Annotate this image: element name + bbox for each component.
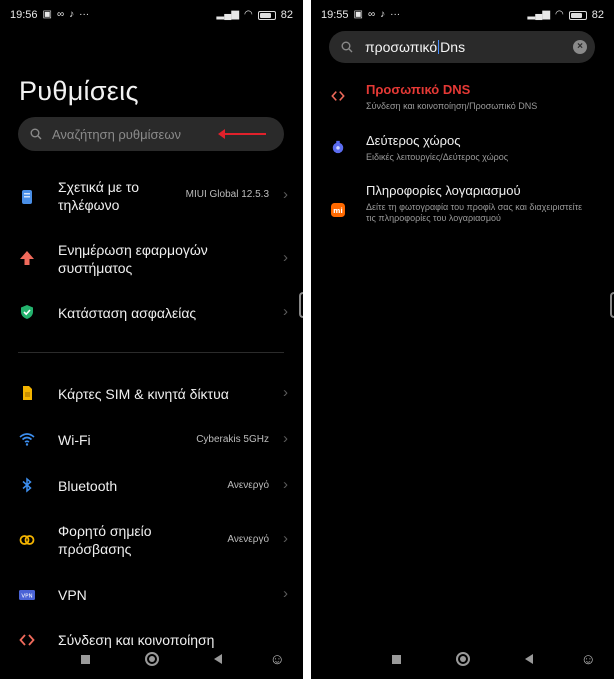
chevron-right-icon: ›: [283, 530, 288, 547]
status-bar: 19:55 ▣ ∞ ♪ ··· ▂▄▆ ◠ 82: [311, 0, 614, 30]
navigation-bar: ☺: [0, 639, 303, 679]
settings-item-label: Bluetooth: [58, 478, 118, 494]
alarm-icon: ♪: [69, 9, 75, 20]
settings-search-bar[interactable]: Αναζήτηση ρυθμίσεων: [18, 117, 284, 151]
chevron-right-icon: ›: [283, 476, 288, 493]
clock: 19:55: [321, 9, 349, 21]
settings-item-label: Σχετικά με το τηλέφωνο: [58, 179, 140, 213]
settings-item-label: VPN: [58, 587, 87, 603]
navigation-bar: ☺: [311, 639, 614, 679]
chevron-right-icon: ›: [283, 430, 288, 447]
settings-item-bluetooth[interactable]: Bluetooth Ανενεργό ›: [0, 476, 303, 496]
search-query: προσωπικό Dns: [365, 39, 466, 55]
mi-account-icon: mi: [331, 203, 345, 217]
more-icon: ···: [390, 9, 401, 20]
back-button[interactable]: [214, 654, 222, 664]
chevron-right-icon: ›: [283, 303, 288, 320]
phone-info-icon: [22, 190, 32, 204]
search-input[interactable]: προσωπικό Dns ×: [329, 31, 595, 63]
wifi-icon: [19, 433, 35, 446]
more-icon: ···: [79, 9, 90, 20]
update-arrow-icon: [20, 251, 34, 265]
result-path: Δείτε τη φωτογραφία του προφίλ σας και δ…: [366, 202, 583, 223]
battery-icon: [568, 10, 587, 20]
battery-percent: 82: [591, 9, 604, 21]
settings-item-label: Κάρτες SIM & κινητά δίκτυα: [58, 386, 229, 402]
accessibility-icon[interactable]: ☺: [581, 651, 596, 668]
battery-icon: [257, 10, 276, 20]
settings-item-value: Ανενεργό: [227, 480, 269, 491]
search-icon: [341, 41, 353, 53]
chevron-right-icon: ›: [283, 249, 288, 266]
settings-item-vpn[interactable]: VPN VPN ›: [0, 585, 303, 605]
accessibility-icon[interactable]: ☺: [270, 651, 285, 668]
recents-button[interactable]: [392, 654, 401, 664]
settings-item-security-status[interactable]: Κατάσταση ασφαλείας ›: [0, 303, 303, 323]
battery-percent: 82: [280, 9, 293, 21]
home-button[interactable]: [145, 652, 159, 666]
settings-screen: 19:56 ▣ ∞ ♪ ··· ▂▄▆ ◠ 82 Ρυθμίσεις Αναζή…: [0, 0, 303, 679]
result-title: Δεύτερος χώρος: [366, 133, 461, 148]
settings-item-label: Κατάσταση ασφαλείας: [58, 305, 197, 321]
signal-icon: ▂▄▆: [527, 9, 551, 20]
chevron-right-icon: ›: [283, 186, 288, 203]
result-title: Προσωπικό DNS: [366, 82, 471, 97]
settings-item-sim-networks[interactable]: Κάρτες SIM & κινητά δίκτυα ›: [0, 384, 303, 404]
shield-icon: [21, 305, 33, 319]
chevron-right-icon: ›: [283, 384, 288, 401]
svg-text:mi: mi: [333, 207, 343, 215]
back-button[interactable]: [525, 654, 533, 664]
search-result-second-space[interactable]: Δεύτερος χώρος Ειδικές λειτουργίες/Δεύτε…: [311, 133, 614, 167]
settings-item-value: Cyberakis 5GHz: [196, 434, 269, 445]
edge-handle[interactable]: [610, 292, 614, 318]
section-divider: [18, 352, 284, 353]
signal-icon: ▂▄▆: [216, 9, 240, 20]
recents-button[interactable]: [81, 654, 90, 664]
vpn-icon: VPN: [19, 590, 35, 600]
clear-icon[interactable]: ×: [573, 40, 587, 54]
search-icon: [30, 128, 42, 140]
sim-card-icon: [23, 386, 32, 400]
chevron-right-icon: ›: [283, 585, 288, 602]
settings-item-wifi[interactable]: Wi-Fi Cyberakis 5GHz ›: [0, 430, 303, 450]
settings-item-label: Ενημέρωση εφαρμογών συστήματος: [58, 242, 208, 276]
notification-icon: ▣: [353, 9, 363, 20]
result-title: Πληροφορίες λογαριασμού: [366, 183, 521, 198]
search-results-screen: 19:55 ▣ ∞ ♪ ··· ▂▄▆ ◠ 82 προσωπικό Dns × …: [311, 0, 614, 679]
result-path: Σύνδεση και κοινοποίηση/Προσωπικό DNS: [366, 101, 538, 111]
wifi-status-icon: ◠: [244, 9, 253, 20]
settings-item-about-phone[interactable]: Σχετικά με το τηλέφωνο MIUI Global 12.5.…: [0, 178, 303, 214]
page-title: Ρυθμίσεις: [19, 76, 139, 106]
search-result-private-dns[interactable]: Προσωπικό DNS Σύνδεση και κοινοποίηση/Πρ…: [311, 82, 614, 116]
infinity-icon: ∞: [367, 9, 376, 20]
red-arrow-annotation: [218, 129, 266, 139]
settings-item-value: MIUI Global 12.5.3: [185, 189, 269, 200]
hotspot-icon: [19, 535, 35, 545]
clock: 19:56: [10, 9, 38, 21]
settings-item-label: Φορητό σημείο πρόσβασης: [58, 523, 152, 557]
second-space-icon: [332, 140, 344, 154]
settings-item-hotspot[interactable]: Φορητό σημείο πρόσβασης Ανενεργό ›: [0, 522, 303, 558]
edge-handle[interactable]: [299, 292, 303, 318]
bluetooth-icon: [22, 477, 32, 493]
settings-item-system-apps-update[interactable]: Ενημέρωση εφαρμογών συστήματος ›: [0, 241, 303, 277]
search-result-account-info[interactable]: mi Πληροφορίες λογαριασμού Δείτε τη φωτο…: [311, 183, 614, 241]
settings-item-value: Ανενεργό: [227, 534, 269, 545]
home-button[interactable]: [456, 652, 470, 666]
alarm-icon: ♪: [380, 9, 386, 20]
result-path: Ειδικές λειτουργίες/Δεύτερος χώρος: [366, 152, 509, 162]
status-bar: 19:56 ▣ ∞ ♪ ··· ▂▄▆ ◠ 82: [0, 0, 303, 30]
wifi-status-icon: ◠: [555, 9, 564, 20]
search-placeholder: Αναζήτηση ρυθμίσεων: [52, 126, 181, 142]
infinity-icon: ∞: [56, 9, 65, 20]
svg-text:VPN: VPN: [21, 594, 32, 600]
settings-item-label: Wi-Fi: [58, 432, 91, 448]
connection-sharing-icon: [331, 91, 345, 101]
notification-icon: ▣: [42, 9, 52, 20]
